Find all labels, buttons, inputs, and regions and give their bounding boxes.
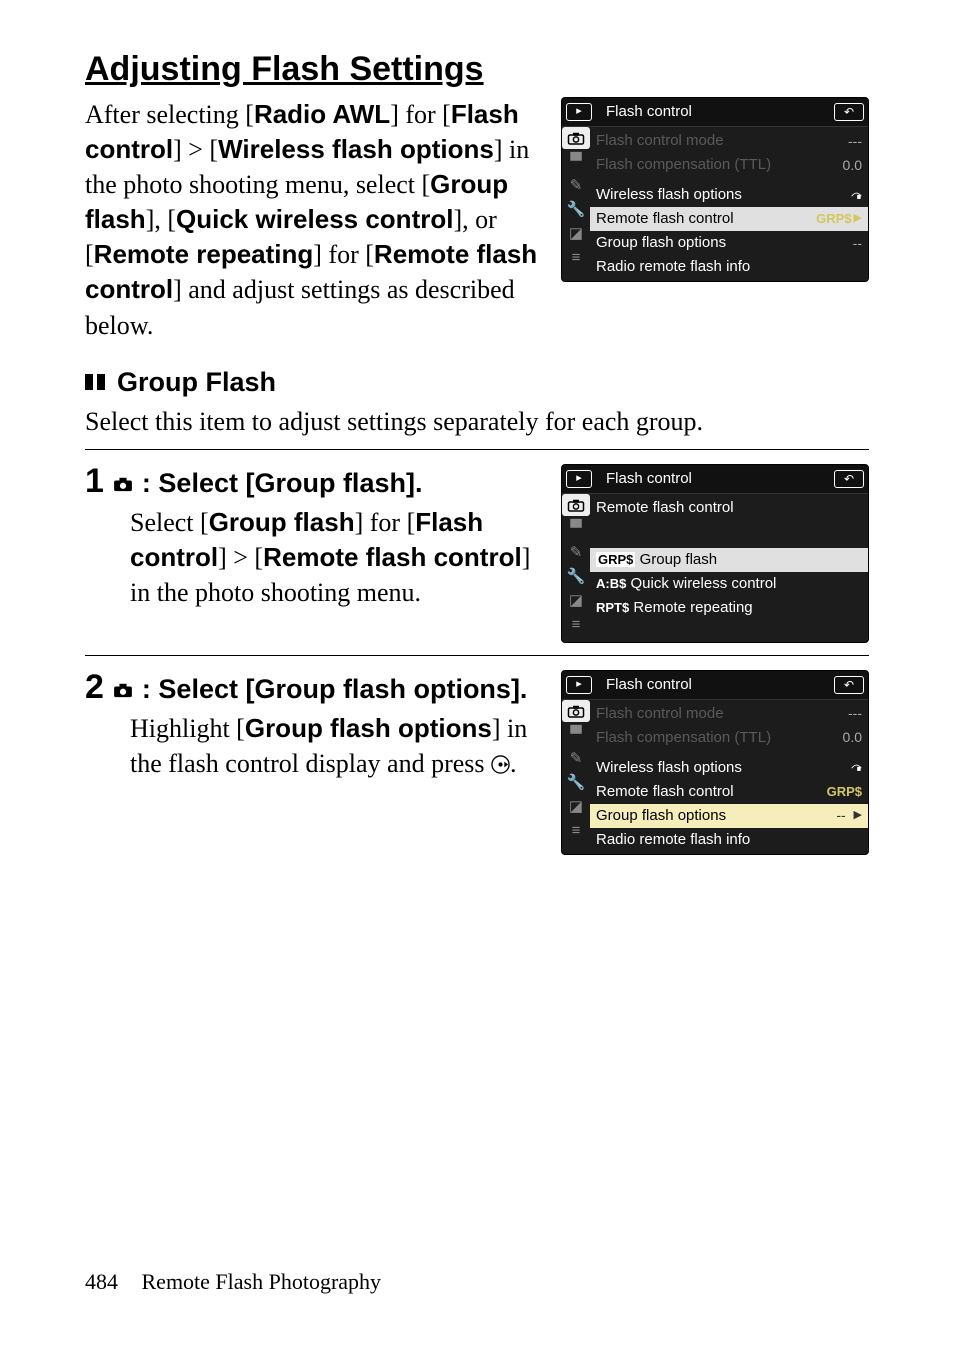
back-icon: ↶	[834, 103, 864, 121]
screen2-row-0: GRP$ Group flash	[590, 548, 868, 572]
camera-tab-icon	[562, 700, 590, 722]
back-icon: ↶	[834, 676, 864, 694]
screen3-row-1: Flash compensation (TTL)0.0	[590, 726, 868, 750]
screen2-row-1: A:B$ Quick wireless control	[590, 572, 868, 596]
subheading-text: Group Flash	[117, 367, 276, 398]
page-number: 484	[85, 1269, 118, 1294]
menu-tabs: ▝▘ ✎ 🔧 ◪ ≡	[562, 494, 590, 642]
step1-body: Select [Group flash] for [Flash control]…	[130, 505, 545, 610]
camera-screen-1: ▸ Flash control ↶ ▝▘ ✎ 🔧 ◪ ≡ Flash contr…	[561, 97, 869, 282]
video-tab-icon: ▝▘	[562, 151, 590, 173]
retouch-tab-icon: ◪	[562, 796, 590, 818]
video-tab-icon: ▝▘	[562, 724, 590, 746]
wrench-tab-icon: 🔧	[562, 199, 590, 221]
play-icon: ▸	[566, 470, 592, 488]
screen3-row-5: Radio remote flash info	[590, 828, 868, 852]
video-tab-icon: ▝▘	[562, 518, 590, 540]
screen1-row-4: Group flash options--	[590, 231, 868, 255]
retouch-tab-icon: ◪	[562, 223, 590, 245]
screen3-row-4: Group flash options-- ▶	[590, 804, 868, 828]
play-icon: ▸	[566, 103, 592, 121]
subheading: Group Flash	[85, 367, 869, 398]
step2-number: 2	[85, 670, 104, 704]
intro-paragraph: After selecting [Radio AWL] for [Flash c…	[85, 97, 545, 343]
mymenu-tab-icon: ≡	[562, 247, 590, 269]
screen2-sub: Remote flash control	[590, 496, 868, 520]
screen1-row-2: Wireless flash options	[590, 183, 868, 207]
step1-title: 1 : Select [Group flash].	[85, 464, 545, 499]
screen1-title: Flash control	[600, 101, 830, 123]
camera-icon	[112, 674, 134, 690]
menu-tabs: ▝▘ ✎ 🔧 ◪ ≡	[562, 700, 590, 854]
rule-1	[85, 449, 869, 450]
pencil-tab-icon: ✎	[562, 542, 590, 564]
screen3-row-0: Flash control mode---	[590, 702, 868, 726]
chapter-name: Remote Flash Photography	[142, 1269, 382, 1294]
play-icon: ▸	[566, 676, 592, 694]
camera-screen-2: ▸ Flash control ↶ ▝▘ ✎ 🔧 ◪ ≡ Remote flas…	[561, 464, 869, 643]
screen1-row-0: Flash control mode---	[590, 129, 868, 153]
camera-tab-icon	[562, 127, 590, 149]
screen1-row-1: Flash compensation (TTL)0.0	[590, 153, 868, 177]
camera-tab-icon	[562, 494, 590, 516]
page-title: Adjusting Flash Settings	[85, 50, 869, 89]
bullet-icon	[85, 374, 105, 390]
mymenu-tab-icon: ≡	[562, 820, 590, 842]
page-footer: 484 Remote Flash Photography	[85, 1269, 381, 1295]
wireless-icon	[851, 190, 862, 201]
pencil-tab-icon: ✎	[562, 175, 590, 197]
camera-screen-3: ▸ Flash control ↶ ▝▘ ✎ 🔧 ◪ ≡ Flash contr…	[561, 670, 869, 855]
camera-icon	[112, 468, 134, 484]
screen2-title: Flash control	[600, 468, 830, 490]
step2-title: 2 : Select [Group flash options].	[85, 670, 545, 705]
pencil-tab-icon: ✎	[562, 748, 590, 770]
step2-body: Highlight [Group flash options] in the f…	[130, 711, 545, 781]
right-multi-selector-icon	[491, 748, 510, 767]
wrench-tab-icon: 🔧	[562, 772, 590, 794]
screen3-title: Flash control	[600, 674, 830, 696]
step1-number: 1	[85, 464, 104, 498]
wireless-icon	[851, 762, 862, 773]
rule-2	[85, 655, 869, 656]
screen1-row-3: Remote flash controlGRP$▶	[590, 207, 868, 231]
wrench-tab-icon: 🔧	[562, 566, 590, 588]
subheading-intro: Select this item to adjust settings sepa…	[85, 404, 869, 439]
retouch-tab-icon: ◪	[562, 590, 590, 612]
screen2-row-2: RPT$ Remote repeating	[590, 596, 868, 620]
mymenu-tab-icon: ≡	[562, 614, 590, 636]
back-icon: ↶	[834, 470, 864, 488]
menu-tabs: ▝▘ ✎ 🔧 ◪ ≡	[562, 127, 590, 281]
screen3-row-2: Wireless flash options	[590, 756, 868, 780]
screen1-row-5: Radio remote flash info	[590, 255, 868, 279]
screen3-row-3: Remote flash controlGRP$	[590, 780, 868, 804]
